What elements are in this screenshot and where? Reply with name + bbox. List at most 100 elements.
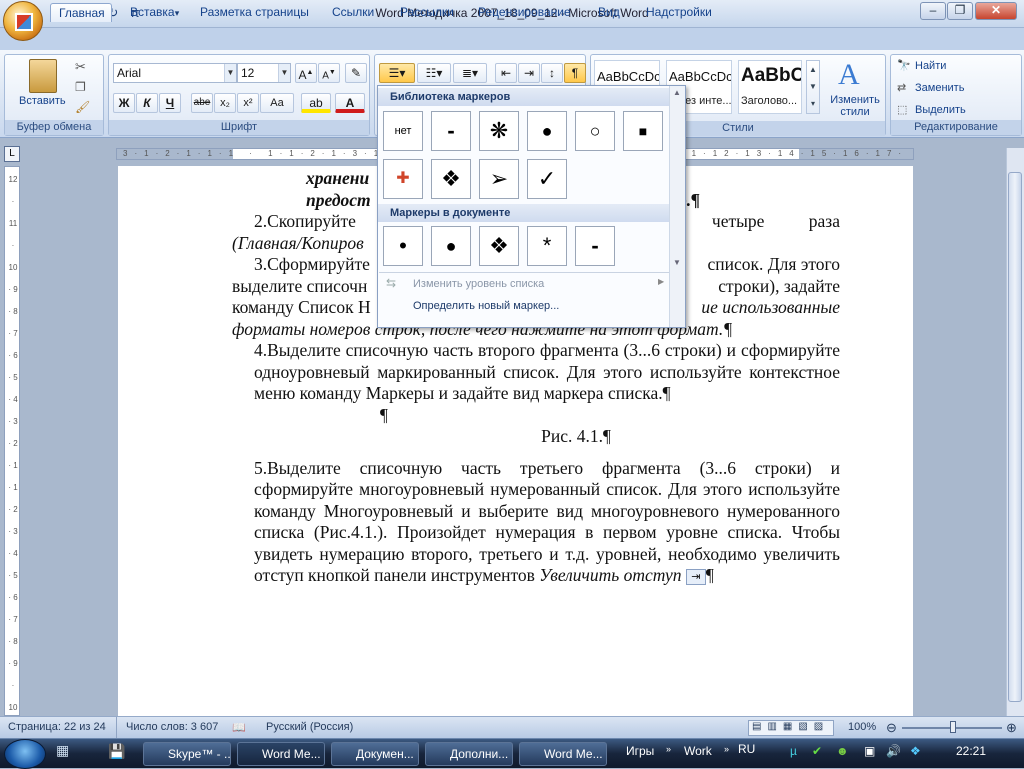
toolbar-arrow-icon[interactable]: » <box>724 744 729 754</box>
tab-insert[interactable]: Вставка <box>122 3 183 22</box>
multilevel-list-icon[interactable]: ≣▾ <box>453 63 487 83</box>
highlight-icon[interactable]: ab <box>301 93 331 113</box>
word-count[interactable]: Число слов: 3 607 <box>126 721 218 733</box>
font-color-icon[interactable]: A <box>335 93 365 113</box>
bullet-square[interactable]: ■ <box>623 111 663 151</box>
office-button[interactable] <box>3 1 43 41</box>
games-toolbar[interactable]: Игры <box>626 744 654 758</box>
tab-view[interactable]: Вид <box>590 3 628 22</box>
language-status[interactable]: Русский (Россия) <box>266 721 353 733</box>
tab-mailings[interactable]: Рассылки <box>392 3 462 22</box>
doc-bullet-small-dot[interactable]: • <box>383 226 423 266</box>
change-case-button[interactable]: Aa <box>260 93 294 113</box>
decrease-indent-icon[interactable]: ⇤ <box>495 63 517 83</box>
font-size-combo[interactable]: 12 ▼ <box>237 63 291 83</box>
dropbox-icon[interactable]: ❖ <box>910 744 921 758</box>
scrollbar-thumb[interactable] <box>1008 172 1022 702</box>
tab-selector-icon[interactable]: L <box>4 146 20 162</box>
zoom-level[interactable]: 100% <box>848 721 876 733</box>
taskbar-skype[interactable]: Skype™ - ... <box>143 742 231 766</box>
vertical-ruler[interactable]: 12 · 11 · 10 · 9 · 8 · 7 · 6 · 5 · 4 · 3… <box>4 166 20 716</box>
tab-home[interactable]: Главная <box>50 3 112 22</box>
bullet-check[interactable]: ✓ <box>527 159 567 199</box>
scroll-up-icon[interactable]: ▲ <box>673 88 681 97</box>
doc-text: четыре раза <box>711 211 840 231</box>
zoom-slider-thumb[interactable] <box>950 721 956 733</box>
copy-icon[interactable]: ❐ <box>75 80 86 94</box>
work-toolbar[interactable]: Work <box>684 744 712 758</box>
taskbar-word-2[interactable]: Word Ме... <box>519 742 607 766</box>
find-button[interactable]: Найти <box>915 60 946 72</box>
bold-button[interactable]: Ж <box>113 93 135 113</box>
taskbar-addon[interactable]: Дополни... <box>425 742 513 766</box>
doc-bullet-dash[interactable]: - <box>575 226 615 266</box>
bullet-none[interactable]: нет <box>383 111 423 151</box>
bullet-dash[interactable]: - <box>431 111 471 151</box>
doc-text: выделите списочн <box>232 275 368 296</box>
strikethrough-button[interactable]: abe <box>191 93 213 113</box>
define-new-bullet-item[interactable]: Определить новый маркер... <box>379 295 669 317</box>
doc-bullet-asterisk[interactable]: * <box>527 226 567 266</box>
cut-icon[interactable]: ✂ <box>75 59 86 75</box>
style-heading1[interactable]: AaBbC Заголово... <box>738 60 802 114</box>
bullet-arrow[interactable]: ➢ <box>479 159 519 199</box>
maximize-button[interactable]: ❐ <box>947 2 973 20</box>
replace-icon: ⇄ <box>897 82 907 94</box>
utorrent-icon[interactable]: µ <box>790 744 797 758</box>
sort-icon[interactable]: ↕ <box>541 63 563 83</box>
tray-app-icon[interactable]: ☻ <box>836 744 849 758</box>
zoom-in-icon[interactable]: ⊕ <box>1006 720 1017 736</box>
styles-scroll-icon[interactable]: ▲ ▼ ▾ <box>806 60 820 114</box>
grow-font-icon[interactable]: A▲ <box>295 63 317 83</box>
clear-format-icon[interactable]: ✎ <box>345 63 367 83</box>
doc-bullet-dot[interactable]: ● <box>431 226 471 266</box>
paste-button[interactable]: Вставить <box>19 95 66 107</box>
select-button[interactable]: Выделить <box>915 104 966 116</box>
start-button[interactable] <box>4 739 46 769</box>
change-styles-button[interactable]: Изменить стили <box>826 94 884 118</box>
paste-icon[interactable] <box>29 59 57 93</box>
font-name-combo[interactable]: Arial ▼ <box>113 63 237 83</box>
network-icon[interactable]: ▣ <box>864 744 875 758</box>
underline-button[interactable]: Ч <box>159 93 181 113</box>
view-buttons[interactable]: ▤▥▦▧▨ <box>748 720 834 736</box>
zoom-out-icon[interactable]: ⊖ <box>886 720 897 736</box>
bullet-cross[interactable]: ✚ <box>383 159 423 199</box>
tab-page-layout[interactable]: Разметка страницы <box>192 3 317 22</box>
clock[interactable]: 22:21 <box>956 744 986 758</box>
replace-button[interactable]: Заменить <box>915 82 964 94</box>
language-indicator[interactable]: RU <box>738 742 755 756</box>
bullet-diamond4[interactable]: ❖ <box>431 159 471 199</box>
bullet-circle[interactable]: ○ <box>575 111 615 151</box>
page-count[interactable]: Страница: 22 из 24 <box>8 721 106 733</box>
tab-review[interactable]: Рецензирование <box>470 3 579 22</box>
bullet-menu-scrollbar[interactable]: ▲ ▼ <box>669 86 685 327</box>
minimize-button[interactable]: – <box>920 2 946 20</box>
numbering-icon[interactable]: ☷▾ <box>417 63 451 83</box>
taskbar-document[interactable]: Докумен... <box>331 742 419 766</box>
show-desktop-icon[interactable]: ▦ <box>56 742 80 766</box>
show-marks-button[interactable]: ¶ <box>564 63 586 83</box>
tab-addins[interactable]: Надстройки <box>638 3 720 22</box>
bullets-button[interactable]: ☰▾ <box>379 63 415 83</box>
italic-button[interactable]: К <box>136 93 158 113</box>
tab-references[interactable]: Ссылки <box>324 3 382 22</box>
superscript-button[interactable]: x² <box>237 93 259 113</box>
shrink-font-icon[interactable]: A▼ <box>318 63 340 83</box>
doc-bullet-diamond4[interactable]: ❖ <box>479 226 519 266</box>
close-button[interactable]: ✕ <box>975 2 1017 20</box>
format-painter-icon[interactable]: 🖌 <box>75 100 90 114</box>
bullet-dot[interactable]: ● <box>527 111 567 151</box>
increase-indent-icon: ⇥ <box>685 568 706 585</box>
increase-indent-icon[interactable]: ⇥ <box>518 63 540 83</box>
toolbar-arrow-icon[interactable]: » <box>666 744 671 754</box>
bullet-asterisk[interactable]: ❋ <box>479 111 519 151</box>
scroll-down-icon[interactable]: ▼ <box>673 258 681 267</box>
quicklaunch-save-icon[interactable]: 💾 <box>108 743 128 763</box>
volume-icon[interactable]: 🔊 <box>886 744 901 758</box>
change-styles-icon[interactable]: A <box>838 58 860 92</box>
spellcheck-icon[interactable]: 📖 <box>232 721 246 734</box>
subscript-button[interactable]: x₂ <box>214 93 236 113</box>
taskbar-word-1[interactable]: Word Ме... <box>237 742 325 766</box>
tray-app-icon[interactable]: ✔ <box>812 744 822 758</box>
